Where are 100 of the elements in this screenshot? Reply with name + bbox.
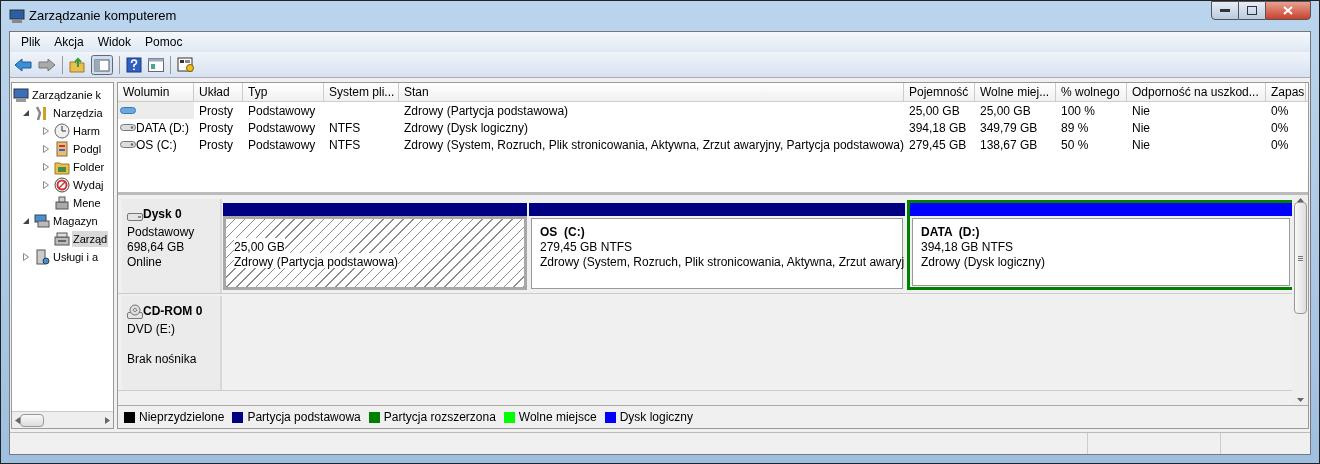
table-cell-text: 0% xyxy=(1271,119,1289,137)
window-title: Zarządzanie komputerem xyxy=(29,7,177,26)
tree-item[interactable]: Mene xyxy=(72,194,102,212)
minimize-icon xyxy=(1220,8,1230,13)
column-header[interactable]: System pli... xyxy=(324,83,399,101)
table-cell-text: Prosty xyxy=(199,102,233,120)
table-cell-text: Podstawowy xyxy=(248,119,316,137)
table-cell-text: Podstawowy xyxy=(248,102,316,120)
partition-size: 25,00 GB xyxy=(234,238,285,253)
app-icon xyxy=(9,8,25,24)
table-cell-text: Prosty xyxy=(199,136,233,154)
table-cell-text: Zdrowy (Dysk logiczny) xyxy=(404,119,529,137)
drive-icon xyxy=(54,231,70,247)
server-icon xyxy=(34,249,50,265)
expand-arrow-icon[interactable] xyxy=(22,253,30,261)
disk-status: Brak nośnika xyxy=(127,351,198,365)
table-cell-text: 0% xyxy=(1271,136,1289,154)
partition-title: DATA (D:) xyxy=(921,224,981,238)
clock-icon xyxy=(54,123,70,139)
menu-item[interactable]: Widok xyxy=(90,33,139,51)
column-header[interactable]: Pojemność xyxy=(904,83,975,101)
folder-up-icon[interactable] xyxy=(69,56,85,73)
collapse-arrow-icon[interactable] xyxy=(22,217,30,225)
collapse-arrow-icon[interactable] xyxy=(22,109,30,117)
scroll-thumb[interactable] xyxy=(20,413,44,427)
grip-icon xyxy=(1297,255,1303,261)
shared-folder-icon xyxy=(54,159,70,175)
partition-size: 394,18 GB NTFS xyxy=(921,239,1014,253)
column-header[interactable]: Wolne miej... xyxy=(975,83,1056,101)
legend-label: Nieprzydzielone xyxy=(139,409,225,426)
tree-item[interactable]: Zarząd xyxy=(72,230,109,248)
disk-drive-icon xyxy=(127,211,143,223)
table-cell-text: Zdrowy (System, Rozruch, Plik stronicowania, Aktywna, Zrzut awaryjny, Partycja podstawowa) xyxy=(404,136,904,154)
table-cell-text: 100 % xyxy=(1061,102,1096,120)
close-button[interactable] xyxy=(1265,1,1311,20)
tree-item[interactable]: Magazyn xyxy=(52,212,99,230)
legend-label: Partycja rozszerzona xyxy=(383,409,496,426)
tree-item[interactable]: Wydaj xyxy=(72,176,105,194)
column-header[interactable]: Układ xyxy=(194,83,243,101)
table-cell-text: 25,00 GB xyxy=(980,102,1031,120)
menu-item[interactable]: Plik xyxy=(14,33,48,51)
menu-item[interactable]: Pomoc xyxy=(138,33,190,51)
tree-item[interactable]: Folder xyxy=(72,158,106,176)
disk-info: Online xyxy=(127,254,163,268)
scroll-down-icon[interactable] xyxy=(1296,398,1304,402)
help-icon[interactable] xyxy=(126,56,142,73)
forward-icon[interactable] xyxy=(38,57,56,72)
table-cell-text: 89 % xyxy=(1061,119,1089,137)
scroll-right-icon[interactable] xyxy=(105,416,110,424)
scroll-thumb[interactable] xyxy=(1293,202,1307,314)
tree-item[interactable]: Zarządzanie k xyxy=(31,86,103,104)
table-cell-text: 50 % xyxy=(1061,136,1089,154)
horizontal-scrollbar[interactable] xyxy=(12,411,113,428)
cd-drive-icon xyxy=(127,304,143,320)
disk-info: Podstawowy xyxy=(127,224,196,238)
window-layout-icon[interactable] xyxy=(148,57,164,72)
partition[interactable]: DATA (D:) 394,18 GB NTFS Zdrowy (Dysk logiczny) xyxy=(907,200,1295,290)
disk-info: DVD (E:) xyxy=(127,321,176,335)
panel-toggle-icon[interactable] xyxy=(91,54,113,75)
expand-arrow-icon[interactable] xyxy=(42,163,50,171)
table-cell-text: NTFS xyxy=(329,119,361,137)
expand-arrow-icon[interactable] xyxy=(42,127,50,135)
legend-label: Dysk logiczny xyxy=(619,409,693,426)
expand-arrow-icon[interactable] xyxy=(42,145,50,153)
close-icon xyxy=(1283,6,1293,15)
column-header[interactable]: Zapas xyxy=(1266,83,1306,101)
column-header[interactable]: % wolnego xyxy=(1056,83,1127,101)
table-cell-text: Nie xyxy=(1132,136,1150,154)
table-cell-text: OS (C:) xyxy=(136,136,177,154)
log-icon xyxy=(54,141,70,157)
legend-label: Partycja podstawowa xyxy=(247,409,361,426)
disk-info: 698,64 GB xyxy=(127,239,186,253)
back-icon[interactable] xyxy=(14,57,32,72)
column-header[interactable]: Odporność na uszkod... xyxy=(1127,83,1266,101)
table-cell-text: 0% xyxy=(1271,102,1289,120)
table-cell-text: Nie xyxy=(1132,119,1150,137)
tree-item[interactable]: Harm xyxy=(72,122,101,140)
table-cell-text: 394,18 GB xyxy=(909,119,967,137)
table-cell-text: 25,00 GB xyxy=(909,102,960,120)
table-cell-text: DATA (D:) xyxy=(136,119,189,137)
column-header[interactable]: Wolumin xyxy=(118,83,194,101)
tree-item[interactable]: Narzędzia xyxy=(52,104,104,122)
vertical-scrollbar[interactable] xyxy=(1292,195,1308,405)
table-cell-text: Zdrowy (Partycja podstawowa) xyxy=(404,102,569,120)
table-cell-text: Nie xyxy=(1132,102,1150,120)
column-header[interactable]: Typ xyxy=(243,83,324,101)
expand-arrow-icon[interactable] xyxy=(42,181,50,189)
maximize-icon xyxy=(1247,6,1257,15)
column-header[interactable]: Stan xyxy=(399,83,904,101)
table-cell-text: 138,67 GB xyxy=(980,136,1038,154)
minimize-button[interactable] xyxy=(1211,1,1239,20)
maximize-button[interactable] xyxy=(1239,1,1265,20)
tree-item[interactable]: Podgl xyxy=(72,140,103,158)
tree-item[interactable]: Usługi i a xyxy=(52,248,100,266)
properties-icon[interactable] xyxy=(177,56,195,73)
table-cell-text: 279,45 GB xyxy=(909,136,967,154)
menu-item[interactable]: Akcja xyxy=(47,33,91,51)
table-cell-text: NTFS xyxy=(329,136,361,154)
partition-size: 279,45 GB NTFS xyxy=(540,239,633,253)
disk-name: CD-ROM 0 xyxy=(143,303,203,320)
